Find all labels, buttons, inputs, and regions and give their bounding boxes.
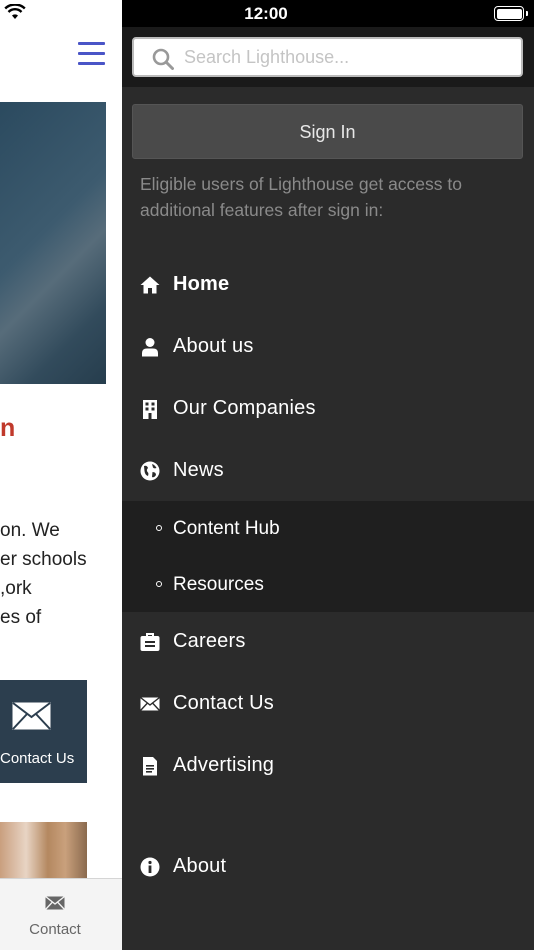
- menu-item-careers[interactable]: Careers: [122, 611, 534, 673]
- sign-in-note: Eligible users of Lighthouse get access …: [140, 174, 462, 220]
- submenu-item-label: Content Hub: [173, 518, 280, 539]
- contact-us-tile[interactable]: [0, 680, 87, 783]
- news-submenu: Content Hub Resources: [122, 501, 534, 612]
- paragraph-line: on. We: [0, 520, 60, 541]
- bullet-icon: [156, 581, 162, 587]
- menu-item-label: Contact Us: [173, 692, 274, 714]
- hero-heading: n: [0, 414, 16, 442]
- sign-in-button[interactable]: Sign In: [132, 104, 523, 159]
- search-bar: [122, 27, 534, 87]
- submenu-item-label: Resources: [173, 574, 264, 595]
- menu-item-label: Advertising: [173, 754, 275, 776]
- search-input[interactable]: [184, 43, 514, 71]
- globe-icon: [140, 461, 160, 481]
- briefcase-icon: [140, 633, 160, 651]
- menu-item-label: Our Companies: [173, 397, 316, 419]
- info-icon: [140, 857, 160, 877]
- wifi-icon: [4, 4, 26, 19]
- bullet-icon: [156, 525, 162, 531]
- status-bar: 12:00: [122, 0, 534, 27]
- menu-item-our-companies[interactable]: Our Companies: [122, 378, 534, 440]
- tab-contact-label: Contact: [29, 921, 81, 938]
- search-box[interactable]: [132, 37, 523, 77]
- contact-us-tile-label: Contact Us: [0, 750, 75, 767]
- document-icon: [143, 757, 157, 776]
- background-page: n on. We er schools ork, es of Contact U…: [0, 0, 122, 950]
- battery-icon: [494, 6, 528, 21]
- bottom-tab-bar: Contact: [0, 878, 122, 950]
- menu-item-label: Careers: [173, 630, 246, 652]
- menu-item-contact-us[interactable]: Contact Us: [122, 673, 534, 735]
- menu-item-advertising[interactable]: Advertising: [122, 735, 534, 797]
- submenu-item-content-hub[interactable]: Content Hub: [122, 501, 534, 557]
- envelope-icon: [45, 896, 65, 910]
- paragraph-line: er schools: [0, 549, 87, 570]
- hero-image: [0, 102, 106, 384]
- menu-item-label: About: [173, 855, 227, 877]
- menu-item-about[interactable]: About: [122, 836, 534, 898]
- menu-item-label: News: [173, 459, 224, 481]
- building-icon: [143, 400, 157, 419]
- envelope-icon: [140, 696, 160, 711]
- envelope-icon: [12, 702, 51, 730]
- menu-item-home[interactable]: Home: [122, 254, 534, 316]
- menu-item-label: Home: [173, 273, 230, 295]
- navigation-drawer: 12:00 Sign In Eligible users of Lighthou…: [122, 0, 534, 950]
- menu-item-label: About us: [173, 335, 254, 357]
- menu-item-about-us[interactable]: About us: [122, 316, 534, 378]
- hamburger-menu-button[interactable]: [78, 42, 105, 66]
- paragraph-line: ork,: [0, 578, 32, 599]
- search-icon: [152, 48, 174, 70]
- person-icon: [142, 338, 158, 357]
- submenu-item-resources[interactable]: Resources: [122, 557, 534, 613]
- home-icon: [140, 276, 160, 294]
- status-time: 12:00: [244, 4, 288, 23]
- intro-paragraph: on. We er schools ork, es of: [0, 516, 122, 632]
- article-photo: [0, 822, 87, 882]
- paragraph-line: es of: [0, 607, 42, 628]
- menu-item-news[interactable]: News: [122, 440, 534, 502]
